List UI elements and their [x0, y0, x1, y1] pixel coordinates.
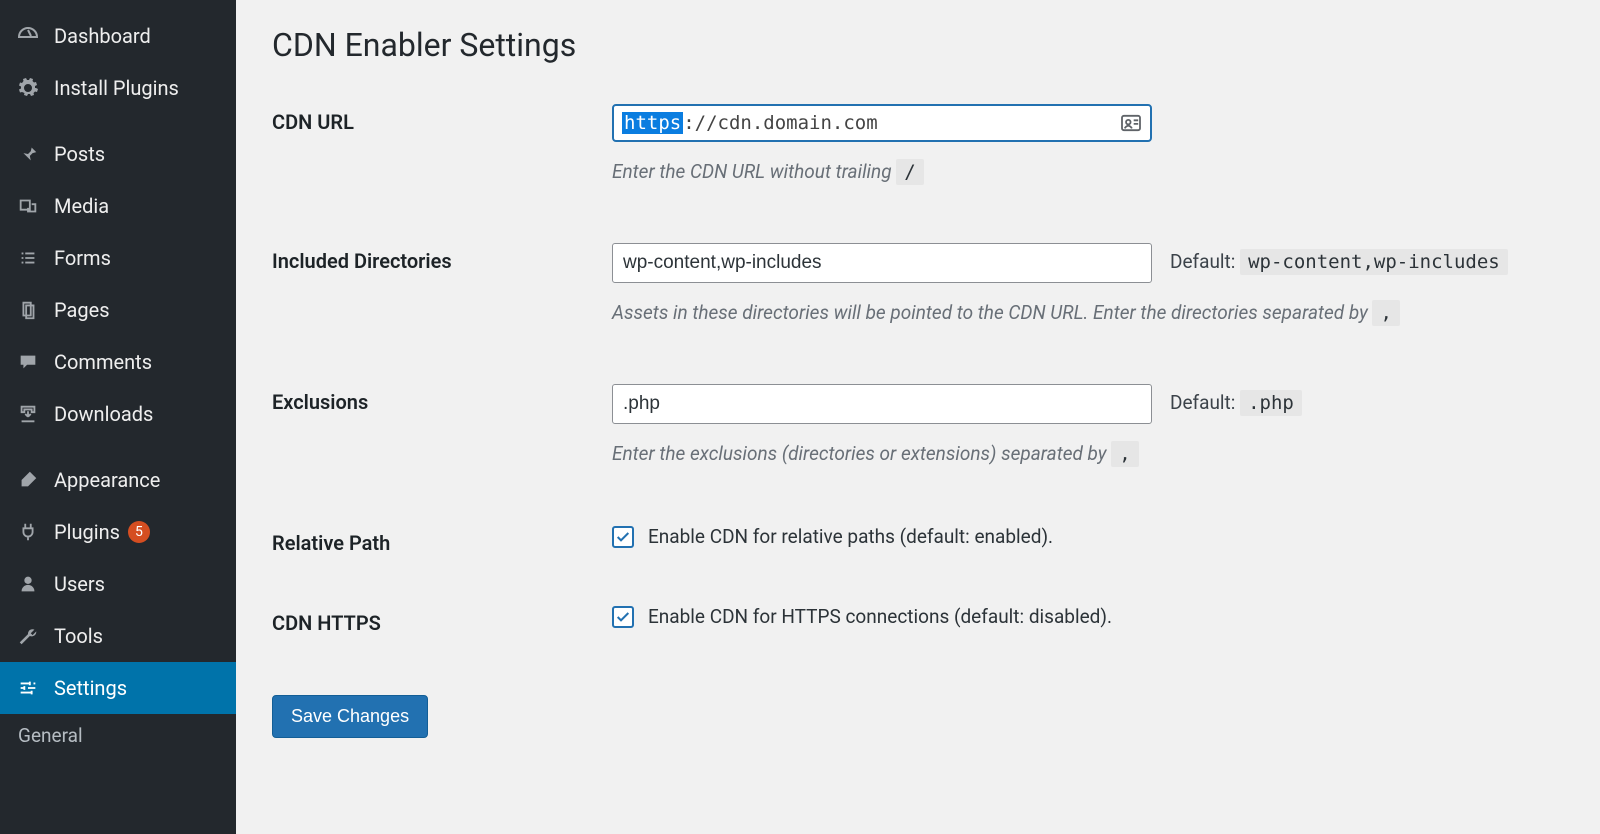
comment-icon: [14, 348, 42, 376]
sidebar-item-media[interactable]: Media: [0, 180, 236, 232]
sidebar-item-label: Settings: [54, 676, 127, 700]
sidebar-item-downloads[interactable]: Downloads: [0, 388, 236, 440]
help-cdn-url: Enter the CDN URL without trailing /: [612, 160, 1570, 183]
label-included-dirs: Included Directories: [272, 243, 612, 273]
included-default: Default: wp-content,wp-includes: [1170, 250, 1508, 273]
sidebar-item-label: Install Plugins: [54, 76, 179, 100]
code-slash: /: [896, 159, 923, 185]
autofill-icon: [1120, 114, 1142, 132]
media-icon: [14, 192, 42, 220]
cdn-url-rest-text: ://cdn.domain.com: [683, 112, 877, 134]
page-title: CDN Enabler Settings: [272, 26, 1570, 64]
row-exclusions: Exclusions Default: .php Enter the exclu…: [272, 384, 1570, 465]
plugins-update-badge: 5: [128, 521, 150, 543]
sidebar-item-install-plugins[interactable]: Install Plugins: [0, 62, 236, 114]
sidebar-item-label: Pages: [54, 298, 110, 322]
code-comma: ,: [1372, 300, 1399, 326]
checkbox-icon: [612, 526, 634, 548]
list-icon: [14, 244, 42, 272]
row-cdn-https: CDN HTTPS Enable CDN for HTTPS connectio…: [272, 605, 1570, 635]
settings-content: CDN Enabler Settings CDN URL https://cdn…: [236, 0, 1600, 834]
sidebar-item-settings[interactable]: Settings: [0, 662, 236, 714]
help-included-dirs: Assets in these directories will be poin…: [612, 301, 1570, 324]
code-comma2: ,: [1111, 441, 1138, 467]
sidebar-item-label: Forms: [54, 246, 111, 270]
label-cdn-https: CDN HTTPS: [272, 605, 612, 635]
sidebar-item-label: Plugins: [54, 520, 120, 544]
cdn-https-checkbox-label: Enable CDN for HTTPS connections (defaul…: [648, 605, 1112, 628]
pages-icon: [14, 296, 42, 324]
sidebar-item-label: Appearance: [54, 468, 160, 492]
sidebar-item-label: Posts: [54, 142, 105, 166]
sidebar-item-dashboard[interactable]: Dashboard: [0, 10, 236, 62]
exclusions-input[interactable]: [612, 384, 1152, 424]
cdn-url-selected-text: https: [622, 112, 683, 134]
exclusions-default: Default: .php: [1170, 391, 1302, 414]
sidebar-item-label: Tools: [54, 624, 103, 648]
save-changes-button[interactable]: Save Changes: [272, 695, 428, 738]
sidebar-subitem-general[interactable]: General: [0, 714, 236, 757]
wrench-icon: [14, 622, 42, 650]
relative-path-checkbox-label: Enable CDN for relative paths (default: …: [648, 525, 1053, 548]
sidebar-subitem-label: General: [18, 724, 83, 747]
sidebar-item-users[interactable]: Users: [0, 558, 236, 610]
sidebar-item-plugins[interactable]: Plugins 5: [0, 506, 236, 558]
row-relative-path: Relative Path Enable CDN for relative pa…: [272, 525, 1570, 555]
sidebar-item-tools[interactable]: Tools: [0, 610, 236, 662]
sidebar-item-appearance[interactable]: Appearance: [0, 454, 236, 506]
pin-icon: [14, 140, 42, 168]
sidebar-item-label: Users: [54, 572, 105, 596]
admin-sidebar: Dashboard Install Plugins Posts Media Fo…: [0, 0, 236, 834]
label-relative-path: Relative Path: [272, 525, 612, 555]
help-exclusions: Enter the exclusions (directories or ext…: [612, 442, 1570, 465]
user-icon: [14, 570, 42, 598]
sidebar-item-forms[interactable]: Forms: [0, 232, 236, 284]
sidebar-item-pages[interactable]: Pages: [0, 284, 236, 336]
checkbox-icon: [612, 606, 634, 628]
cdn-url-input[interactable]: https://cdn.domain.com: [612, 104, 1152, 142]
sidebar-item-label: Media: [54, 194, 109, 218]
gear-icon: [14, 74, 42, 102]
sidebar-item-posts[interactable]: Posts: [0, 128, 236, 180]
cdn-https-checkbox[interactable]: Enable CDN for HTTPS connections (defaul…: [612, 605, 1112, 628]
sidebar-item-label: Downloads: [54, 402, 153, 426]
label-cdn-url: CDN URL: [272, 104, 612, 134]
gauge-icon: [14, 22, 42, 50]
download-icon: [14, 400, 42, 428]
sidebar-item-label: Comments: [54, 350, 152, 374]
included-dirs-input[interactable]: [612, 243, 1152, 283]
sidebar-item-comments[interactable]: Comments: [0, 336, 236, 388]
brush-icon: [14, 466, 42, 494]
row-included-dirs: Included Directories Default: wp-content…: [272, 243, 1570, 324]
row-cdn-url: CDN URL https://cdn.domain.com Enter the…: [272, 104, 1570, 183]
relative-path-checkbox[interactable]: Enable CDN for relative paths (default: …: [612, 525, 1053, 548]
label-exclusions: Exclusions: [272, 384, 612, 414]
plug-icon: [14, 518, 42, 546]
sliders-icon: [14, 674, 42, 702]
sidebar-item-label: Dashboard: [54, 24, 151, 48]
